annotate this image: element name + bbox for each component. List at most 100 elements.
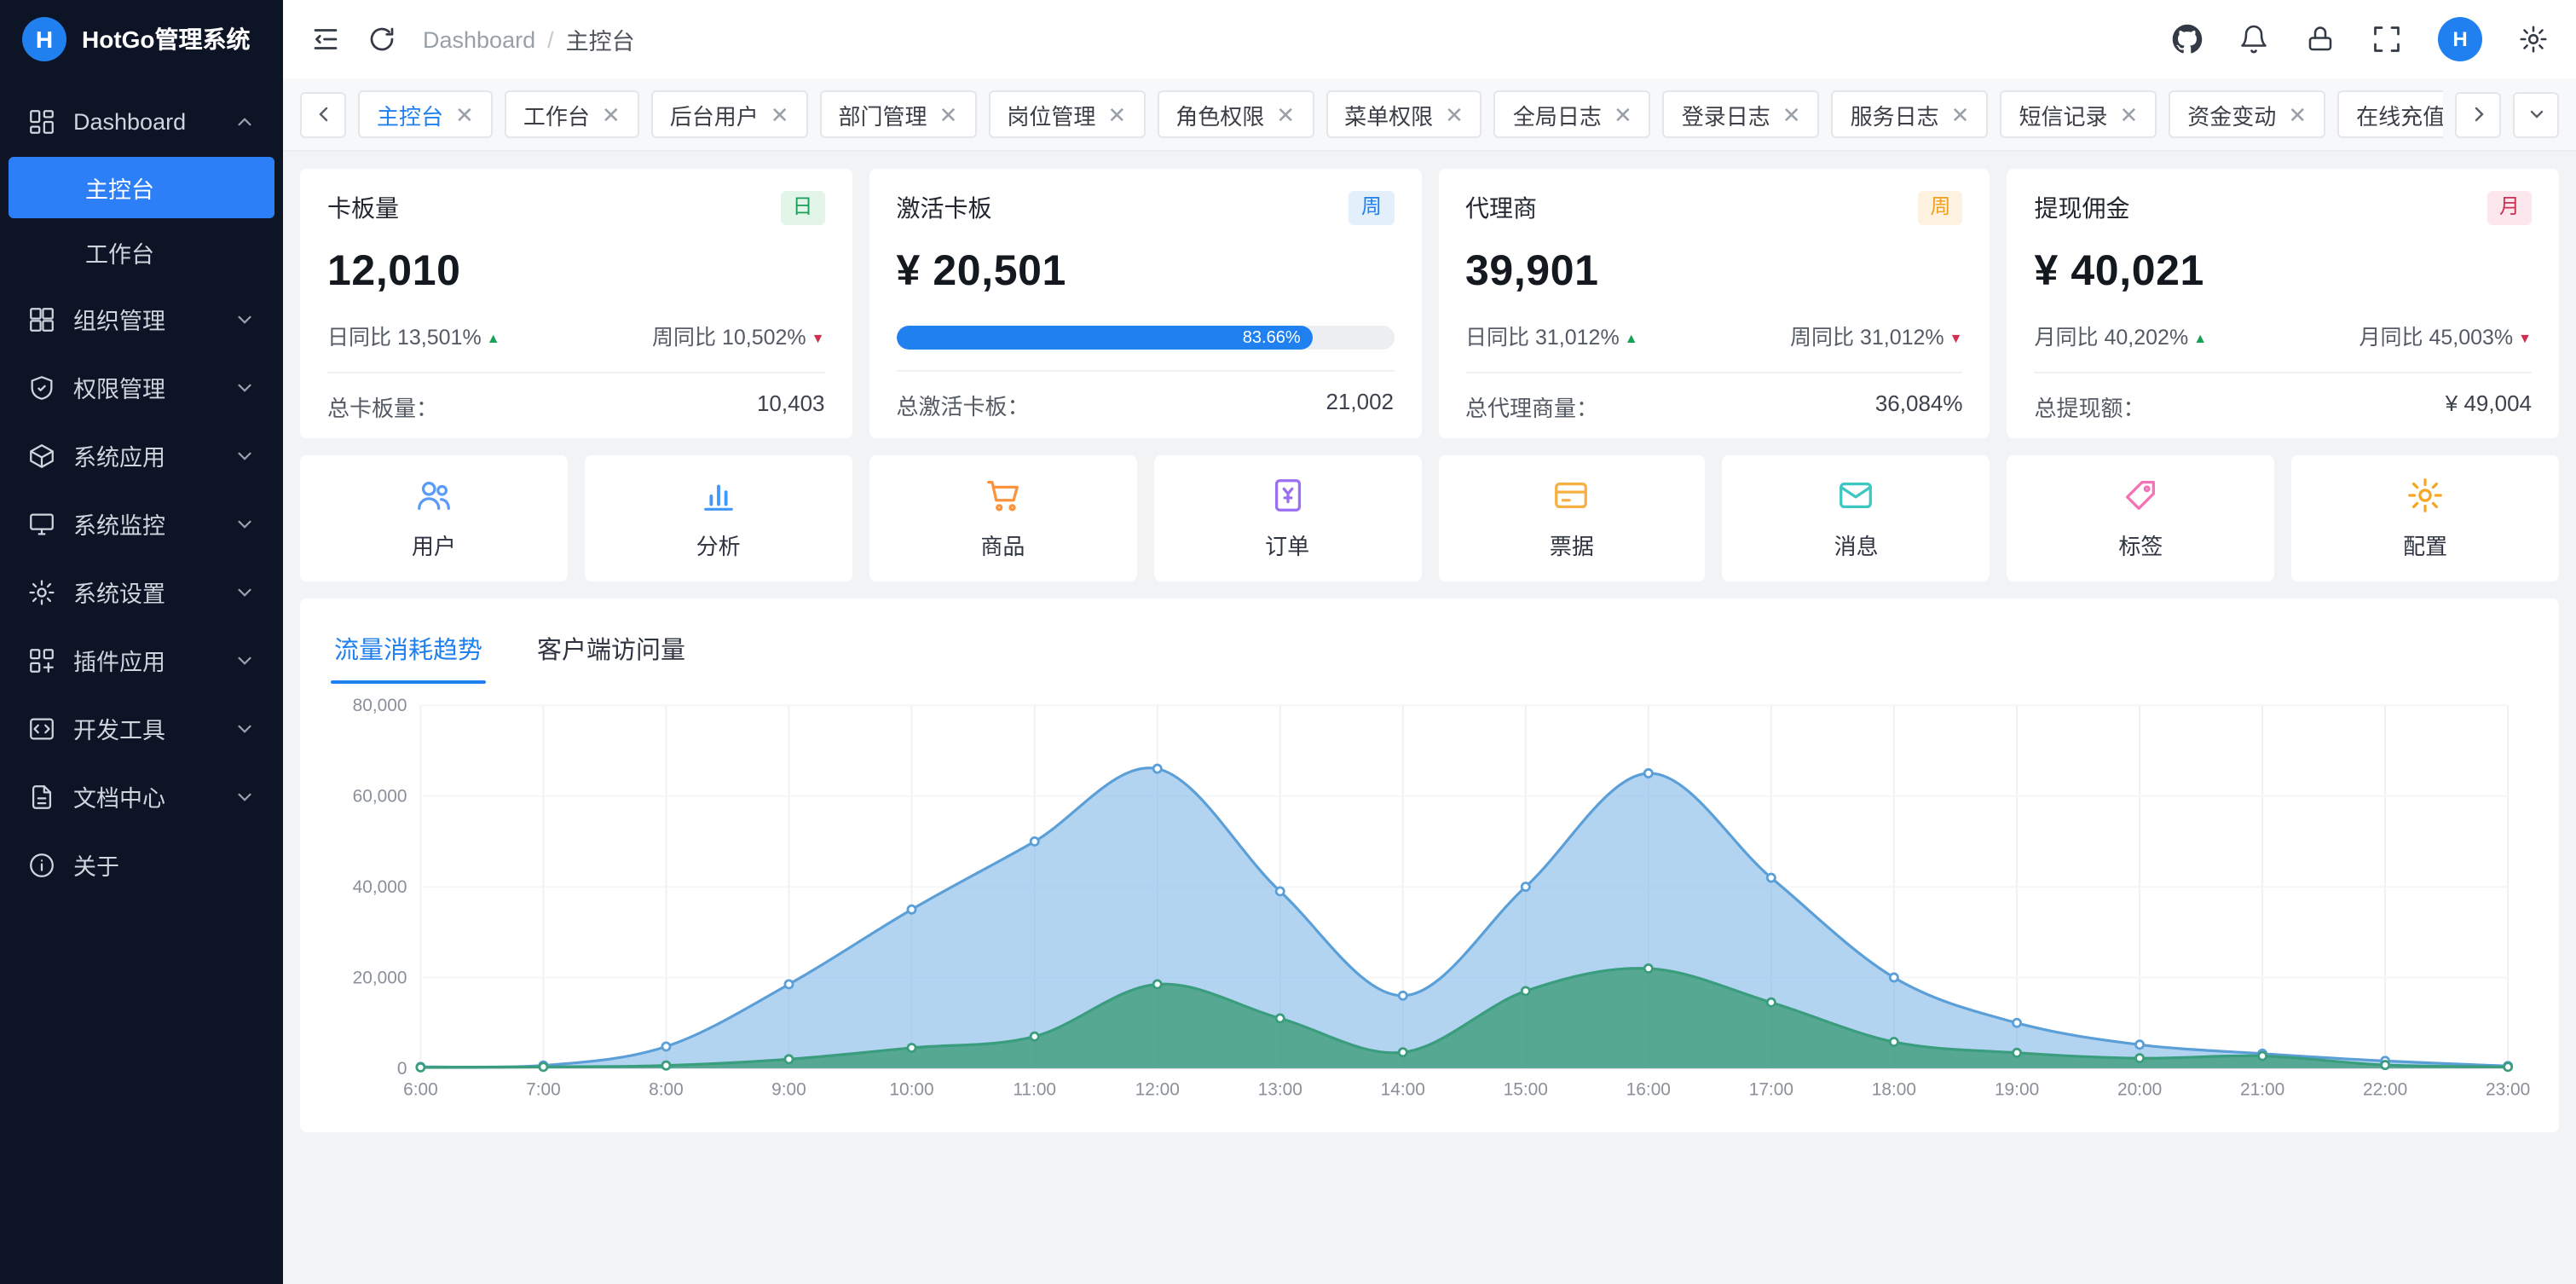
svg-text:22:00: 22:00 [2363,1080,2407,1100]
tab-sms-records[interactable]: 短信记录✕ [2000,90,2157,138]
close-icon[interactable]: ✕ [1107,103,1126,125]
sidebar-item-dashboard[interactable]: Dashboard [9,89,274,153]
tab-fund-changes[interactable]: 资金变动✕ [2169,90,2325,138]
tabs-scroll-area: 主控台✕ 工作台✕ 后台用户✕ 部门管理✕ 岗位管理✕ 角色权限✕ 菜单权限✕ … [358,90,2443,138]
tab-global-logs[interactable]: 全局日志✕ [1494,90,1651,138]
shortcut-analytics[interactable]: 分析 [585,455,852,581]
shortcut-products[interactable]: 商品 [869,455,1137,581]
tabs-menu-dropdown-icon[interactable] [2513,91,2559,137]
info-icon [27,850,56,879]
close-icon[interactable]: ✕ [1782,103,1801,125]
close-icon[interactable]: ✕ [1951,103,1970,125]
close-icon[interactable]: ✕ [2288,103,2307,125]
shortcut-orders[interactable]: 订单 [1153,455,1421,581]
shortcut-label: 分析 [696,529,741,561]
breadcrumb-current: 主控台 [566,22,635,56]
sidebar-item-permission-management[interactable]: 权限管理 [9,355,274,419]
shortcut-users[interactable]: 用户 [300,455,568,581]
close-icon[interactable]: ✕ [2119,103,2138,125]
close-icon[interactable]: ✕ [602,103,621,125]
breadcrumb-root[interactable]: Dashboard [423,26,535,52]
stat-card-agents: 代理商 周 39,901 日同比 31,012%▲ 周同比 31,012%▼ 总… [1438,169,1990,438]
tab-workbench[interactable]: 工作台✕ [505,90,639,138]
sidebar-item-system-apps[interactable]: 系统应用 [9,423,274,488]
sidebar-item-system-settings[interactable]: 系统设置 [9,559,274,624]
sidebar-item-org-management[interactable]: 组织管理 [9,286,274,351]
sidebar-item-workbench[interactable]: 工作台 [9,222,274,283]
bell-icon[interactable] [2238,24,2269,55]
period-badge: 周 [1349,191,1394,224]
close-icon[interactable]: ✕ [1276,103,1295,125]
shortcut-tickets[interactable]: 票据 [1438,455,1706,581]
svg-text:11:00: 11:00 [1013,1080,1056,1100]
svg-text:0: 0 [397,1059,407,1079]
top-header: Dashboard / 主控台 H [283,0,2576,78]
chart-tab-traffic-trend[interactable]: 流量消耗趋势 [331,619,486,684]
sidebar-item-main-console[interactable]: 主控台 [9,157,274,218]
tab-posts[interactable]: 岗位管理✕ [988,90,1145,138]
stat-value: ¥ 40,021 [2035,247,2533,297]
chevron-down-icon [234,308,256,330]
tag-icon [2121,476,2160,515]
fullscreen-icon[interactable] [2371,24,2402,55]
refresh-icon[interactable] [367,24,397,55]
stat-value: 39,901 [1465,247,1963,297]
sidebar-item-plugin-apps[interactable]: 插件应用 [9,628,274,692]
shortcut-config[interactable]: 配置 [2291,455,2559,581]
shortcut-label: 消息 [1834,529,1879,561]
trend-right: 周同比 10,502%▼ [652,319,825,351]
close-icon[interactable]: ✕ [939,103,958,125]
org-grid-icon [27,304,56,333]
monitor-icon [27,509,56,538]
tabs-scroll-right-icon[interactable] [2455,91,2501,137]
traffic-chart-card: 流量消耗趋势 客户端访问量 020,00040,00060,00080,0006… [300,599,2559,1132]
tab-service-logs[interactable]: 服务日志✕ [1832,90,1989,138]
tab-menu-permissions[interactable]: 菜单权限✕ [1326,90,1482,138]
github-icon[interactable] [2172,24,2203,55]
header-actions: H [2172,17,2549,61]
sidebar-item-dev-tools[interactable]: 开发工具 [9,696,274,761]
close-icon[interactable]: ✕ [1445,103,1464,125]
stat-footer-label: 总提现额： [2035,390,2146,423]
app-root: H HotGo管理系统 Dashboard 主控台 工作台 [0,0,2576,1284]
dashboard-content: 卡板量 日 12,010 日同比 13,501%▲ 周同比 10,502%▼ 总… [283,152,2576,1284]
svg-text:13:00: 13:00 [1258,1080,1302,1100]
traffic-area-chart: 020,00040,00060,00080,0006:007:008:009:0… [327,684,2532,1113]
sidebar-menu: Dashboard 主控台 工作台 组织管理 [0,78,283,1284]
shortcut-cards-row: 用户 分析 商品 [300,455,2559,581]
tab-online-recharge[interactable]: 在线充值✕ [2337,90,2443,138]
chevron-up-icon [234,110,256,132]
tabs-scroll-left-icon[interactable] [300,91,346,137]
tab-departments[interactable]: 部门管理✕ [820,90,977,138]
stat-footer-label: 总激活卡板： [897,389,1030,421]
tab-main-console[interactable]: 主控台✕ [358,90,493,138]
package-icon [27,441,56,470]
chart-tab-client-visits[interactable]: 客户端访问量 [534,619,689,684]
shortcut-label: 票据 [1550,529,1594,561]
shortcut-messages[interactable]: 消息 [1723,455,1990,581]
avatar[interactable]: H [2438,17,2482,61]
tab-role-permissions[interactable]: 角色权限✕ [1157,90,1314,138]
collapse-sidebar-icon[interactable] [310,24,341,55]
cart-icon [983,476,1022,515]
svg-text:40,000: 40,000 [353,877,407,897]
sidebar-item-doc-center[interactable]: 文档中心 [9,764,274,829]
close-icon[interactable]: ✕ [455,103,474,125]
lock-icon[interactable] [2305,24,2336,55]
shortcut-tags[interactable]: 标签 [2007,455,2275,581]
sidebar-item-system-monitor[interactable]: 系统监控 [9,491,274,556]
trend-up-icon: ▲ [1625,331,1638,346]
settings-icon[interactable] [2518,24,2549,55]
chevron-down-icon [234,785,256,807]
svg-text:14:00: 14:00 [1381,1080,1425,1100]
close-icon[interactable]: ✕ [1614,103,1632,125]
close-icon[interactable]: ✕ [771,103,789,125]
tab-login-logs[interactable]: 登录日志✕ [1663,90,1820,138]
tab-admin-users[interactable]: 后台用户✕ [651,90,808,138]
svg-text:16:00: 16:00 [1626,1080,1671,1100]
stat-title: 代理商 [1465,191,1537,225]
app-logo[interactable]: H HotGo管理系统 [0,0,283,78]
sidebar-item-about[interactable]: 关于 [9,832,274,897]
stat-footer-value: 10,403 [757,390,825,423]
svg-text:23:00: 23:00 [2486,1080,2530,1100]
